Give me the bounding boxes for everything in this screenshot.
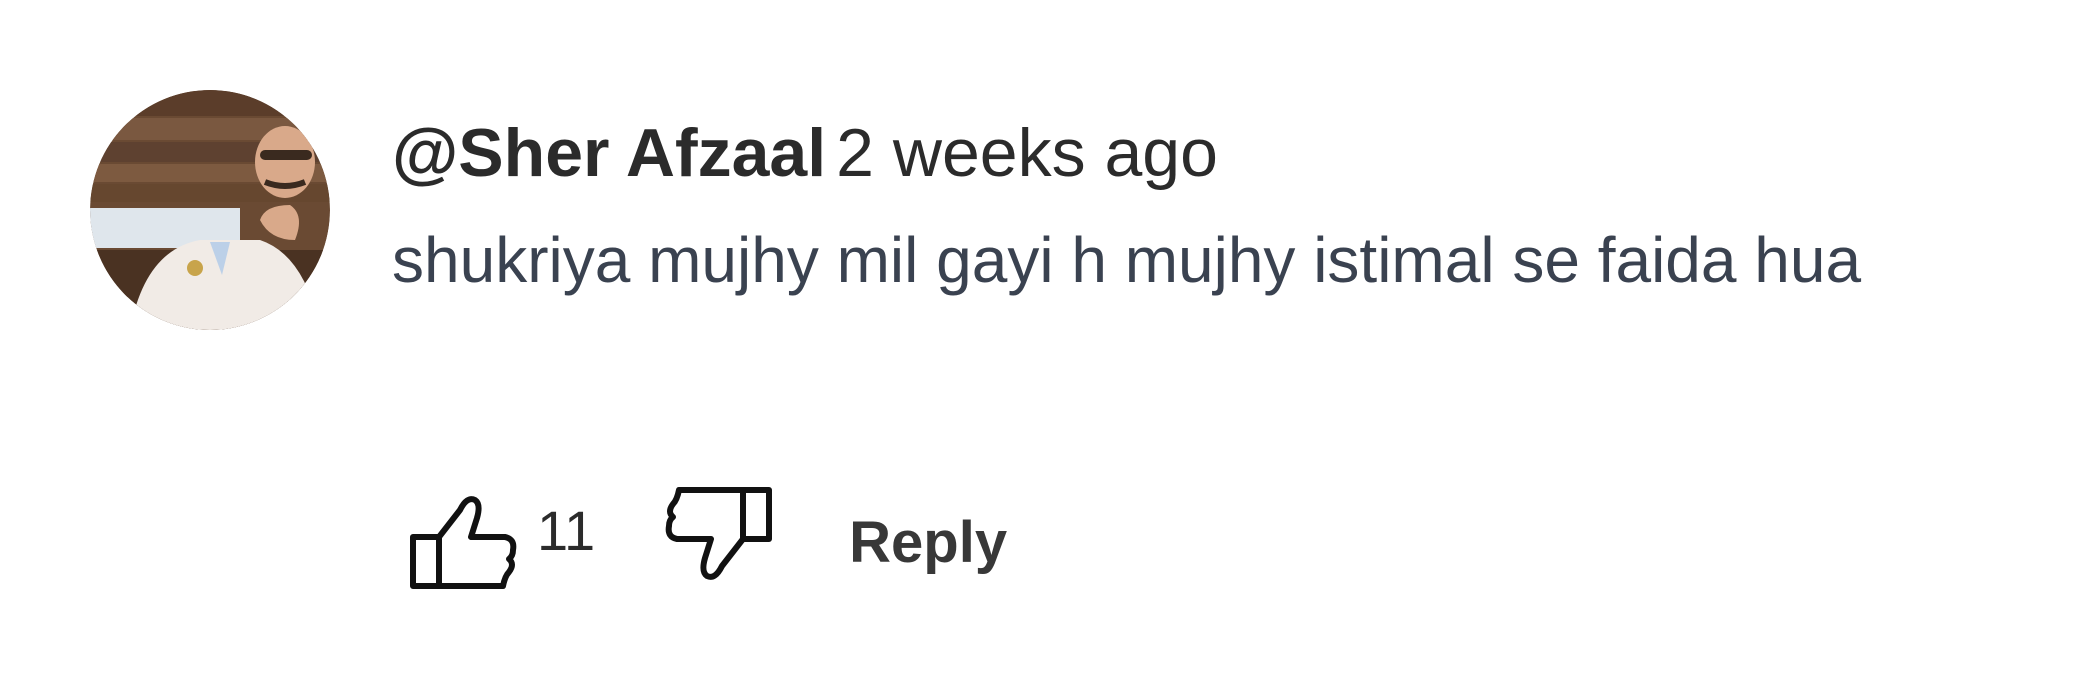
comment-actions: 11 Reply <box>405 482 1007 602</box>
avatar-image <box>90 90 330 330</box>
like-count: 11 <box>537 498 596 562</box>
dislike-button[interactable] <box>657 482 777 602</box>
like-button[interactable] <box>405 482 525 602</box>
comment-text: shukriya mujhy mil gayi h mujhy istimal … <box>392 224 1862 296</box>
avatar[interactable] <box>90 90 330 330</box>
comment-thread: @Sher Afzaal 2 weeks ago shukriya mujhy m… <box>0 0 2088 696</box>
comment-header: @Sher Afzaal 2 weeks ago <box>392 108 2032 198</box>
comment-timestamp[interactable]: 2 weeks ago <box>836 115 1218 191</box>
reply-button[interactable]: Reply <box>849 501 1007 584</box>
author-name[interactable]: @Sher Afzaal <box>392 115 826 191</box>
thumbs-down-icon <box>665 487 773 580</box>
comment-body: @Sher Afzaal 2 weeks ago shukriya mujhy m… <box>392 108 2032 314</box>
thumbs-up-icon <box>410 496 517 589</box>
